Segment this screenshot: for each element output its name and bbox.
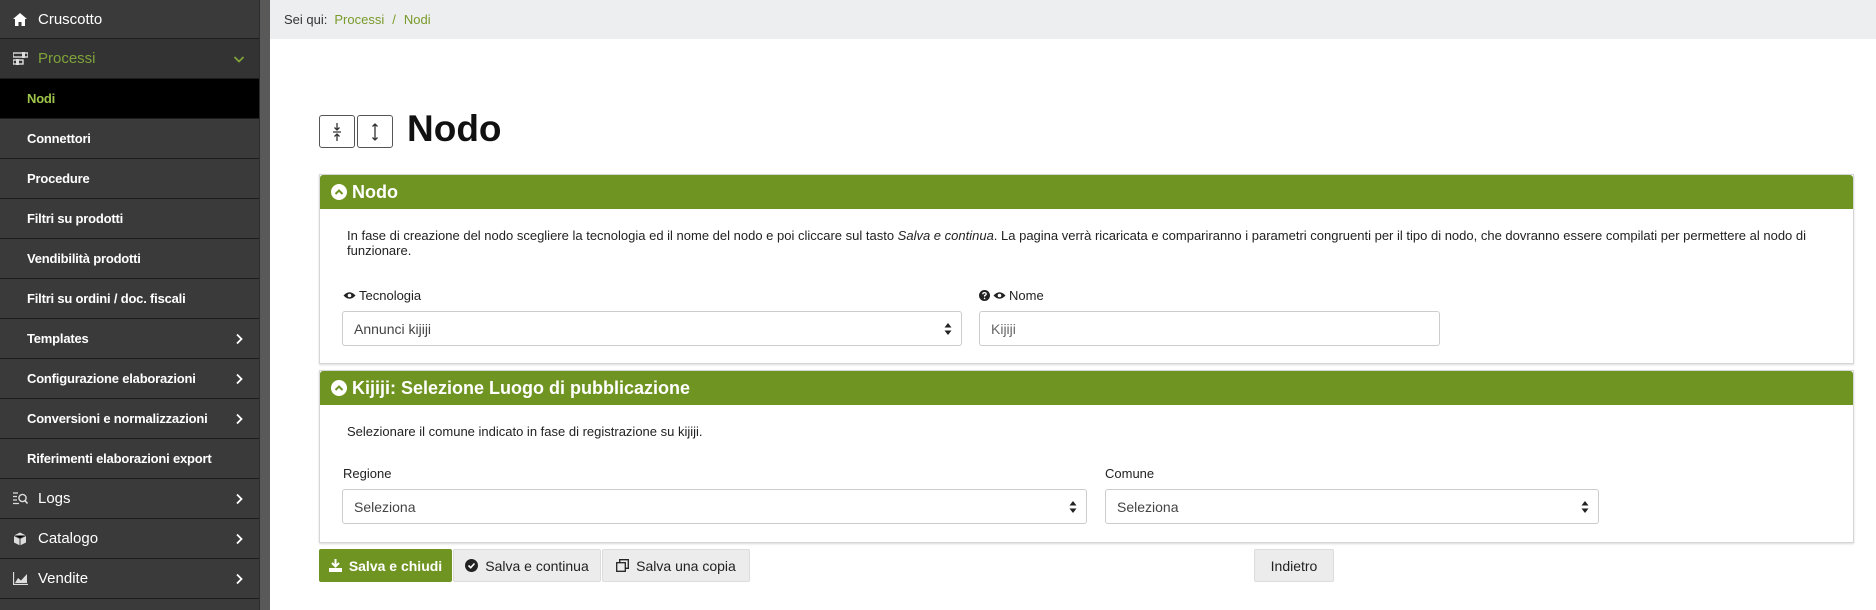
chevron-down-icon [233,55,245,63]
sidebar-item-label: Procedure [27,171,90,186]
sidebar-item-processi[interactable]: Processi [0,39,259,79]
sidebar-item-logs[interactable]: Logs [0,479,259,519]
panel-luogo-description: Selezionare il comune indicato in fase d… [347,424,703,439]
chevron-right-icon [236,333,243,344]
sort-arrows-icon [1581,501,1589,513]
chevron-right-icon [236,573,243,584]
sliders-icon [12,51,28,67]
panel-nodo-header[interactable]: Nodo [320,175,1853,209]
sidebar: Cruscotto Processi Nodi Connettori Proce… [0,0,270,610]
panel-nodo: Nodo In fase di creazione del nodo scegl… [319,174,1854,364]
expand-all-button[interactable] [357,115,393,148]
sidebar-item-vendite[interactable]: Vendite [0,559,259,599]
chevron-right-icon [236,493,243,504]
sidebar-scrollbar[interactable] [259,0,270,610]
sidebar-item-label: Processi [38,50,96,67]
sidebar-item-label: Templates [27,331,89,346]
panel-nodo-title: Nodo [352,181,398,202]
sort-arrows-icon [1069,501,1077,513]
copy-icon [616,559,630,572]
nome-input[interactable] [979,311,1440,346]
sidebar-item-templates[interactable]: Templates [0,319,259,359]
check-circle-icon [465,559,479,572]
chevron-right-icon [236,373,243,384]
sidebar-item-procedure[interactable]: Procedure [0,159,259,199]
sidebar-item-label: Vendibilità prodotti [27,251,141,266]
cube-icon [12,531,28,547]
question-circle-icon[interactable] [979,290,990,301]
breadcrumb: Sei qui: Processi / Nodi [270,0,1876,39]
sidebar-item-configurazione[interactable]: Configurazione elaborazioni [0,359,259,399]
sidebar-item-label: Logs [38,490,71,507]
tecnologia-label: Tecnologia [343,288,421,303]
sidebar-item-label: Conversioni e normalizzazioni [27,411,208,426]
sidebar-item-label: Filtri su ordini / doc. fiscali [27,291,186,306]
log-search-icon [12,491,28,507]
back-button[interactable]: Indietro [1254,549,1334,582]
panel-luogo-header[interactable]: Kijiji: Selezione Luogo di pubblicazione [320,371,1853,405]
save-close-button[interactable]: Salva e chiudi [319,549,452,582]
breadcrumb-prefix: Sei qui: [284,12,328,27]
app-root: Cruscotto Processi Nodi Connettori Proce… [0,0,1876,610]
page-title: Nodo [407,108,502,149]
chart-area-icon [12,571,28,587]
panel-luogo-pubblicazione: Kijiji: Selezione Luogo di pubblicazione… [319,370,1854,543]
save-continue-button[interactable]: Salva e continua [453,549,601,582]
sort-arrows-icon [944,323,952,335]
sidebar-item-label: Nodi [27,91,56,106]
sidebar-item-connettori[interactable]: Connettori [0,119,259,159]
chevron-right-icon [236,413,243,424]
collapse-all-button[interactable] [319,115,355,148]
comune-label: Comune [1105,466,1155,481]
chevron-up-circle-icon [331,184,347,200]
compress-icon [333,122,341,141]
breadcrumb-separator: / [392,12,396,27]
sidebar-item-filtri-ordini[interactable]: Filtri su ordini / doc. fiscali [0,279,259,319]
sidebar-item-label: Riferimenti elaborazioni export [27,451,212,466]
sidebar-item-filtri-prodotti[interactable]: Filtri su prodotti [0,199,259,239]
sidebar-item-cruscotto[interactable]: Cruscotto [0,0,259,39]
panel-luogo-title: Kijiji: Selezione Luogo di pubblicazione [352,377,691,398]
sidebar-item-vendibilita[interactable]: Vendibilità prodotti [0,239,259,279]
download-icon [328,559,342,572]
sidebar-item-nodi[interactable]: Nodi [0,79,259,119]
tecnologia-select[interactable]: Annunci kijiji [342,311,962,346]
nome-label: Nome [979,288,1044,303]
expand-icon [372,122,378,141]
home-icon [12,11,28,27]
save-copy-button[interactable]: Salva una copia [602,549,750,582]
comune-select[interactable]: Seleziona [1105,489,1599,524]
sidebar-item-conversioni[interactable]: Conversioni e normalizzazioni [0,399,259,439]
sidebar-item-label: Filtri su prodotti [27,211,124,226]
sidebar-item-label: Connettori [27,131,91,146]
eye-icon [993,292,1006,299]
breadcrumb-link-processi[interactable]: Processi [334,12,384,27]
breadcrumb-link-nodi[interactable]: Nodi [404,12,431,27]
panel-nodo-description: In fase di creazione del nodo scegliere … [347,228,1807,258]
sidebar-item-riferimenti[interactable]: Riferimenti elaborazioni export [0,439,259,479]
regione-select[interactable]: Seleziona [342,489,1087,524]
chevron-up-circle-icon [331,380,347,396]
sidebar-item-catalogo[interactable]: Catalogo [0,519,259,559]
sidebar-item-label: Vendite [38,570,89,587]
sidebar-item-label: Configurazione elaborazioni [27,371,196,386]
regione-label: Regione [343,466,392,481]
chevron-right-icon [236,533,243,544]
sidebar-item-label: Cruscotto [38,10,103,28]
eye-icon [343,292,356,299]
sidebar-item-label: Catalogo [38,530,99,547]
